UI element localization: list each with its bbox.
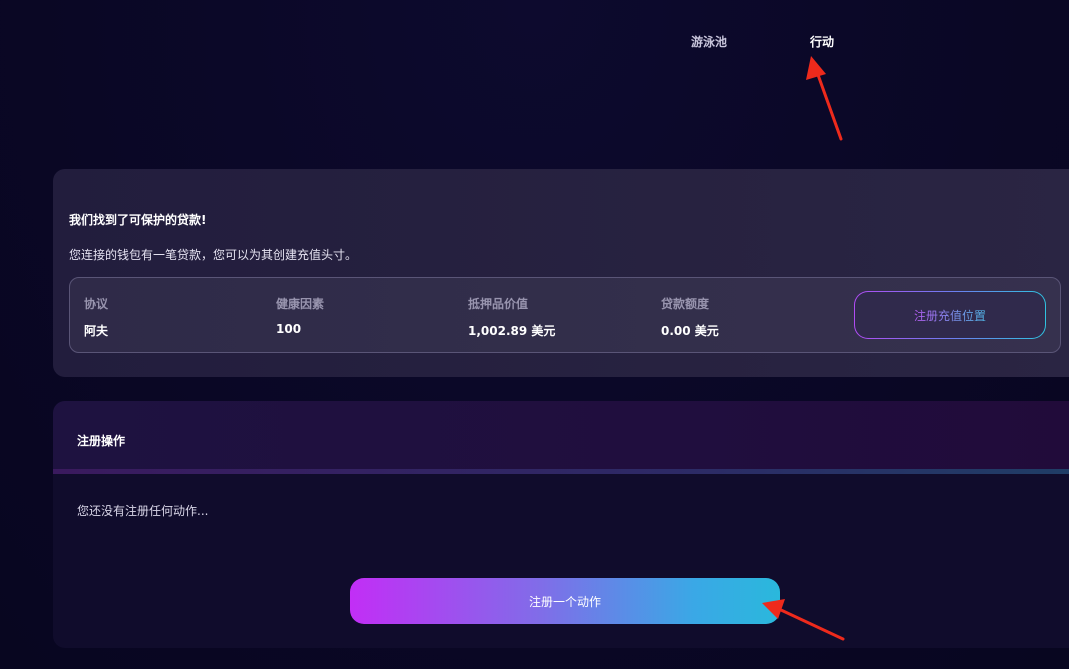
nav-item-actions[interactable]: 行动 <box>810 33 834 50</box>
loan-details-box: 协议 阿夫 健康因素 100 抵押品价值 1,002.89 美元 贷款额度 0.… <box>69 277 1061 353</box>
loan-column-collateral: 抵押品价值 1,002.89 美元 <box>468 295 555 339</box>
actions-empty-text: 您还没有注册任何动作... <box>77 504 209 518</box>
annotation-arrow-icon <box>806 56 843 141</box>
loan-column-loan-amount: 贷款额度 0.00 美元 <box>661 295 719 339</box>
page: 游泳池 行动 我们找到了可保护的贷款! 您连接的钱包有一笔贷款，您可以为其创建充… <box>0 0 1069 669</box>
register-position-button[interactable]: 注册充值位置 <box>854 291 1046 339</box>
top-nav: 游泳池 行动 <box>0 33 1069 53</box>
health-factor-label: 健康因素 <box>276 297 325 311</box>
actions-title: 注册操作 <box>77 434 126 448</box>
protocol-value: 阿夫 <box>84 324 109 338</box>
protocol-label: 协议 <box>84 297 109 311</box>
register-position-button-inner: 注册充值位置 <box>855 292 1045 338</box>
health-factor-value: 100 <box>276 322 302 336</box>
loan-column-protocol: 协议 阿夫 <box>84 295 108 339</box>
loan-description: 您连接的钱包有一笔贷款，您可以为其创建充值头寸。 <box>69 248 358 262</box>
register-position-label: 注册充值位置 <box>913 308 986 323</box>
register-action-button[interactable]: 注册一个动作 <box>350 578 780 624</box>
loan-amount-label: 贷款额度 <box>661 297 710 311</box>
loan-title: 我们找到了可保护的贷款! <box>69 213 207 227</box>
collateral-value: 1,002.89 美元 <box>468 324 556 338</box>
collateral-label: 抵押品价值 <box>468 297 529 311</box>
nav-item-pools[interactable]: 游泳池 <box>691 33 727 50</box>
loan-amount-value: 0.00 美元 <box>661 324 719 338</box>
loan-column-health-factor: 健康因素 100 <box>276 295 324 336</box>
actions-card: 注册操作 您还没有注册任何动作... 注册一个动作 <box>53 401 1069 648</box>
actions-divider <box>53 469 1069 474</box>
loan-card: 我们找到了可保护的贷款! 您连接的钱包有一笔贷款，您可以为其创建充值头寸。 协议… <box>53 169 1069 377</box>
actions-header: 注册操作 <box>53 401 1069 471</box>
